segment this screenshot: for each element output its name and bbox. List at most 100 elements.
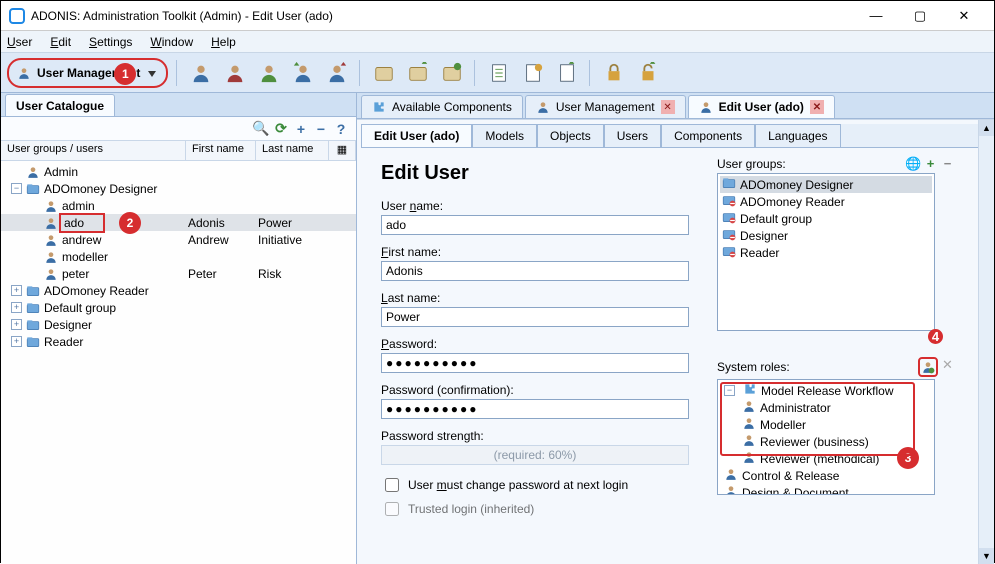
menu-settings[interactable]: Settings [89, 35, 132, 49]
folder-icon [26, 335, 40, 349]
tool-doc-1[interactable] [485, 59, 513, 87]
role-row[interactable]: Administrator [720, 399, 932, 416]
role-row[interactable]: Reviewer (business) [720, 433, 932, 450]
expander-icon[interactable]: + [11, 302, 22, 313]
checkbox-trusted-login[interactable]: Trusted login (inherited) [381, 499, 701, 519]
tool-export-user[interactable] [323, 59, 351, 87]
tool-doc-3[interactable] [553, 59, 581, 87]
tool-add-user[interactable] [187, 59, 215, 87]
tool-group-3[interactable] [438, 59, 466, 87]
tool-doc-2[interactable] [519, 59, 547, 87]
checkbox-must-change-box[interactable] [385, 478, 399, 492]
expander-icon[interactable]: − [724, 385, 735, 396]
expander-icon[interactable]: + [11, 319, 22, 330]
role-row[interactable]: Design & Document [720, 484, 932, 495]
tool-lock[interactable] [600, 59, 628, 87]
close-button[interactable]: ✕ [942, 2, 986, 30]
groups-remove-icon[interactable]: − [940, 156, 955, 171]
groups-status-icon[interactable]: 🌐 [906, 156, 921, 171]
tab-user-catalogue[interactable]: User Catalogue [5, 94, 115, 116]
maximize-button[interactable]: ▢ [898, 2, 942, 30]
checkbox-trusted-login-box[interactable] [385, 502, 399, 516]
tool-delete-user[interactable] [221, 59, 249, 87]
menu-user[interactable]: User [7, 35, 32, 49]
group-row[interactable]: ADOmoney Reader [720, 193, 932, 210]
groups-add-icon[interactable]: + [923, 156, 938, 171]
tool-group-2[interactable] [404, 59, 432, 87]
editor-tabstrip: Available ComponentsUser Management✕Edit… [357, 93, 994, 119]
tree-row[interactable]: adoAdonisPower2 [1, 214, 356, 231]
editor-subtab[interactable]: Objects [537, 124, 604, 147]
vertical-scrollbar[interactable]: ▲ ▼ [978, 120, 994, 564]
expander-icon[interactable]: + [11, 336, 22, 347]
tab-close-icon[interactable]: ✕ [810, 100, 824, 114]
tool-group-1[interactable] [370, 59, 398, 87]
tree-row[interactable]: −ADOmoney Designer [1, 180, 356, 197]
mode-dropdown[interactable]: User Management 1 [7, 58, 168, 88]
input-username[interactable]: ado [381, 215, 689, 235]
scroll-down-button[interactable]: ▼ [979, 548, 994, 564]
editor-subtab[interactable]: Languages [755, 124, 840, 147]
editor-subtab[interactable]: Models [472, 124, 537, 147]
tree-label: Reader [44, 335, 83, 349]
user-groups-list[interactable]: ADOmoney DesignerADOmoney ReaderDefault … [717, 173, 935, 331]
find-icon[interactable]: 🔍 [252, 120, 270, 138]
col-header-lastname[interactable]: Last name [256, 141, 329, 160]
tree-row[interactable]: +Designer [1, 316, 356, 333]
editor-subtab[interactable]: Edit User (ado) [361, 124, 472, 147]
group-row[interactable]: ADOmoney Designer [720, 176, 932, 193]
refresh-icon[interactable]: ⟳ [272, 120, 290, 138]
tree-firstname: Andrew [186, 233, 256, 247]
menu-help[interactable]: Help [211, 35, 236, 49]
tree-row[interactable]: +ADOmoney Reader [1, 282, 356, 299]
editor-subtab[interactable]: Users [604, 124, 661, 147]
tree-row[interactable]: +Default group [1, 299, 356, 316]
col-header-users[interactable]: User groups / users [1, 141, 186, 160]
tool-lock-open[interactable] [634, 59, 662, 87]
expander-icon[interactable]: + [11, 285, 22, 296]
help-icon[interactable]: ? [332, 120, 350, 138]
editor-tab[interactable]: Available Components [361, 95, 523, 118]
col-header-extra[interactable]: ▦ [329, 141, 356, 160]
tree-row[interactable]: andrewAndrewInitiative [1, 231, 356, 248]
tree-row[interactable]: Admin [1, 163, 356, 180]
group-row[interactable]: Default group [720, 210, 932, 227]
minimize-button[interactable]: — [854, 2, 898, 30]
system-roles-header: System roles: ✕ 4 [717, 357, 955, 377]
group-row[interactable]: Reader [720, 244, 932, 261]
user-tree[interactable]: Admin−ADOmoney DesigneradminadoAdonisPow… [1, 161, 356, 564]
remove-icon[interactable]: − [312, 120, 330, 138]
editor-subtab[interactable]: Components [661, 124, 755, 147]
tree-row[interactable]: + Reader [1, 333, 356, 350]
tree-row[interactable]: peterPeterRisk [1, 265, 356, 282]
system-roles-list[interactable]: −Model Release WorkflowAdministratorMode… [717, 379, 935, 495]
folder-icon [26, 301, 40, 315]
tool-edit-user[interactable] [255, 59, 283, 87]
menu-window[interactable]: Window [150, 35, 193, 49]
roles-add-icon[interactable] [918, 357, 938, 377]
col-header-firstname[interactable]: First name [186, 141, 256, 160]
roles-remove-icon[interactable]: ✕ [940, 357, 955, 372]
tree-row[interactable]: admin [1, 197, 356, 214]
scroll-up-button[interactable]: ▲ [979, 120, 994, 136]
role-row[interactable]: −Model Release Workflow [720, 382, 932, 399]
role-row[interactable]: Modeller [720, 416, 932, 433]
group-label: Designer [740, 229, 788, 243]
group-row[interactable]: Designer [720, 227, 932, 244]
input-password[interactable]: ●●●●●●●●●● [381, 353, 689, 373]
editor-tab[interactable]: User Management✕ [525, 95, 686, 118]
tree-lastname: Risk [256, 267, 329, 281]
tree-label: andrew [62, 233, 101, 247]
tab-close-icon[interactable]: ✕ [661, 100, 675, 114]
role-row[interactable]: Control & Release [720, 467, 932, 484]
add-icon[interactable]: + [292, 120, 310, 138]
input-password-confirm[interactable]: ●●●●●●●●●● [381, 399, 689, 419]
expander-icon[interactable]: − [11, 183, 22, 194]
editor-tab[interactable]: Edit User (ado)✕ [688, 95, 835, 118]
input-lastname[interactable]: Power [381, 307, 689, 327]
input-firstname[interactable]: Adonis [381, 261, 689, 281]
checkbox-must-change[interactable]: User must change password at next login [381, 475, 701, 495]
menu-edit[interactable]: Edit [50, 35, 71, 49]
tree-row[interactable]: modeller [1, 248, 356, 265]
tool-import-user[interactable] [289, 59, 317, 87]
